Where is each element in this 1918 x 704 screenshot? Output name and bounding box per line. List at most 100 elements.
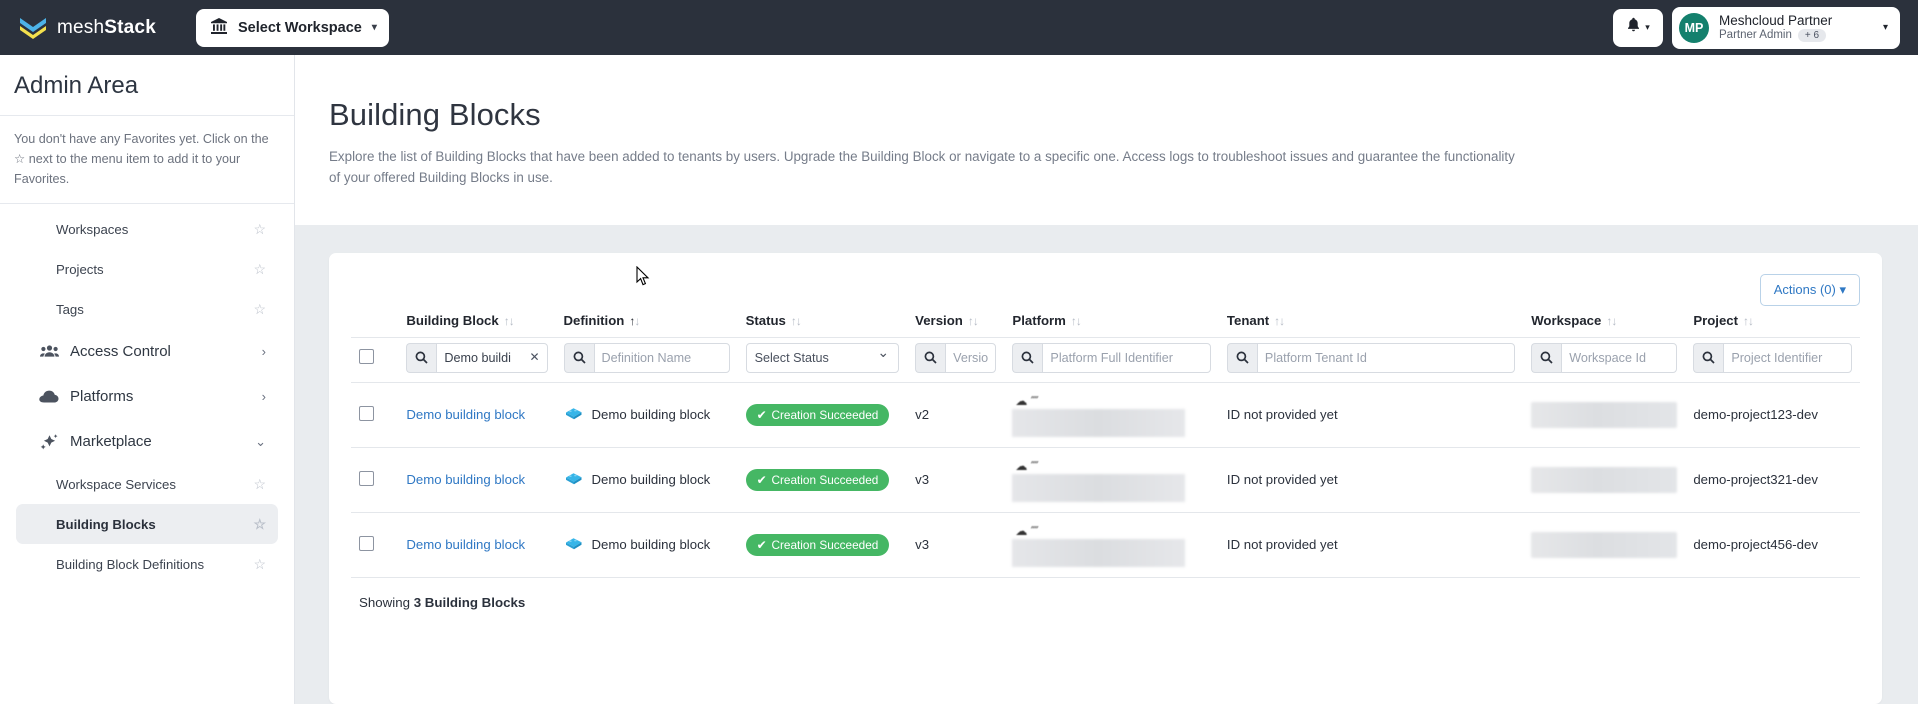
actions-button-label: Actions (0) (1773, 281, 1836, 297)
sidebar-item-building-blocks[interactable]: Building Blocks ☆ (16, 504, 278, 545)
cell-workspace (1523, 447, 1686, 513)
sidebar-item-label: Workspace Services (56, 476, 176, 492)
star-icon[interactable]: ☆ (253, 476, 266, 493)
select-all-cell (351, 337, 399, 383)
filter-platform[interactable] (1012, 342, 1211, 373)
sidebar-item-projects[interactable]: Projects ☆ (16, 249, 278, 289)
page-title: Building Blocks (329, 97, 541, 132)
table-row[interactable]: Demo building block Demo building block … (351, 447, 1860, 513)
sidebar-item-label: Building Blocks (56, 516, 156, 532)
col-project[interactable]: Project ↑↓ (1685, 310, 1860, 338)
definition-filter-input[interactable] (593, 342, 730, 373)
star-icon[interactable]: ☆ (253, 221, 266, 238)
top-bar-right: ▾ MP Meshcloud Partner Partner Admin + 6… (1613, 6, 1900, 49)
chevron-right-icon[interactable]: › (262, 344, 266, 359)
table-filter-row: ✕ (351, 337, 1860, 383)
col-status[interactable]: Status ↑↓ (737, 310, 908, 338)
user-menu[interactable]: MP Meshcloud Partner Partner Admin + 6 ▾ (1672, 6, 1900, 49)
workspace-selector-label: Select Workspace (238, 19, 362, 36)
col-label: Tenant (1226, 312, 1270, 328)
actions-button[interactable]: Actions (0) ▾ (1759, 273, 1860, 306)
col-platform[interactable]: Platform ↑↓ (1004, 310, 1219, 338)
sort-icon[interactable]: ↑↓ (1743, 314, 1754, 328)
status-label: Creation Succeeded (771, 407, 879, 422)
cloud-icon (38, 390, 60, 404)
col-version[interactable]: Version ↑↓ (907, 310, 1005, 338)
row-checkbox[interactable] (359, 535, 374, 551)
platform-redacted: ☁ ⁗ (1012, 394, 1211, 437)
sidebar-item-label: Access Control (70, 343, 171, 361)
chevron-down-icon[interactable]: ⌄ (255, 434, 266, 450)
showing-count-value: 3 Building Blocks (413, 594, 526, 610)
sidebar-item-workspaces[interactable]: Workspaces ☆ (16, 209, 278, 249)
building-block-link[interactable]: Demo building block (406, 407, 525, 422)
filter-tenant[interactable] (1226, 342, 1516, 373)
clear-icon[interactable]: ✕ (529, 350, 539, 364)
row-select-cell (351, 382, 399, 448)
sidebar-item-tags[interactable]: Tags ☆ (16, 289, 278, 329)
row-select-cell (351, 512, 399, 578)
table-row[interactable]: Demo building block Demo building block … (351, 382, 1860, 448)
bank-icon (210, 17, 228, 39)
filter-workspace[interactable] (1531, 342, 1678, 373)
workspace-selector[interactable]: Select Workspace ▾ (196, 8, 389, 47)
sort-icon[interactable]: ↑↓ (1274, 314, 1285, 328)
filter-version[interactable] (915, 342, 997, 373)
platform-filter-input[interactable] (1042, 342, 1211, 373)
sort-icon[interactable]: ↑↓ (968, 314, 979, 328)
chevron-right-icon[interactable]: › (262, 389, 266, 404)
select-all-header (351, 310, 399, 338)
cell-version: v3 (907, 447, 1005, 513)
sort-icon[interactable]: ↑↓ (791, 314, 802, 328)
notifications-button[interactable]: ▾ (1613, 8, 1663, 47)
sidebar-item-platforms[interactable]: Platforms › (16, 374, 278, 419)
filter-building-block[interactable]: ✕ (406, 342, 548, 373)
col-label: Platform (1012, 312, 1066, 328)
user-role-row: Partner Admin + 6 (1719, 28, 1832, 43)
filter-definition[interactable] (563, 342, 730, 373)
content-area: Actions (0) ▾ Building Block ↑↓ Definiti… (295, 224, 1918, 704)
tenant-filter-input[interactable] (1256, 342, 1516, 373)
sort-icon[interactable]: ↑↓ (504, 314, 515, 328)
table-row[interactable]: Demo building block Demo building block … (351, 512, 1860, 578)
sidebar-item-label: Building Block Definitions (56, 556, 205, 572)
building-block-link[interactable]: Demo building block (406, 472, 525, 487)
col-label: Building Block (406, 312, 499, 328)
col-definition[interactable]: Definition ↑↓ (555, 310, 738, 338)
sort-icon[interactable]: ↑↓ (1606, 314, 1617, 328)
cell-status: ✔ Creation Succeeded (737, 382, 908, 448)
sort-icon[interactable]: ↑↓ (629, 314, 640, 328)
project-filter-input[interactable] (1723, 342, 1852, 373)
bell-icon (1626, 17, 1641, 38)
star-icon[interactable]: ☆ (253, 516, 266, 533)
building-block-link[interactable]: Demo building block (406, 537, 525, 552)
select-all-checkbox[interactable] (359, 348, 374, 364)
star-icon[interactable]: ☆ (253, 261, 266, 278)
cell-tenant: ID not provided yet (1218, 382, 1524, 448)
avatar: MP (1679, 12, 1709, 43)
row-checkbox[interactable] (359, 470, 374, 486)
sort-icon[interactable]: ↑↓ (1071, 314, 1082, 328)
version-filter-input[interactable] (945, 342, 997, 373)
sidebar-item-building-block-definitions[interactable]: Building Block Definitions ☆ (16, 544, 278, 584)
col-building-block[interactable]: Building Block ↑↓ (398, 310, 556, 338)
filter-building-block-cell: ✕ (398, 337, 556, 383)
row-checkbox[interactable] (359, 405, 374, 421)
sidebar-item-marketplace[interactable]: Marketplace ⌄ (16, 419, 278, 464)
sidebar-item-workspace-services[interactable]: Workspace Services ☆ (16, 464, 278, 504)
filter-project[interactable] (1693, 342, 1852, 373)
status-badge: ✔ Creation Succeeded (745, 468, 890, 491)
platform-redacted: ☁ ⁗ (1012, 524, 1211, 567)
sidebar-item-access-control[interactable]: Access Control › (16, 329, 278, 374)
status-filter-select[interactable]: Select Status (745, 342, 900, 373)
status-badge: ✔ Creation Succeeded (745, 533, 890, 556)
sidebar-item-label: Tags (56, 301, 84, 317)
workspace-filter-input[interactable] (1561, 342, 1678, 373)
filter-status[interactable]: Select Status (745, 342, 900, 373)
definition-name: Demo building block (591, 472, 711, 488)
brand-logo-area[interactable]: meshStack (18, 15, 178, 41)
star-icon[interactable]: ☆ (253, 301, 266, 318)
col-tenant[interactable]: Tenant ↑↓ (1218, 310, 1524, 338)
col-workspace[interactable]: Workspace ↑↓ (1523, 310, 1686, 338)
star-icon[interactable]: ☆ (253, 556, 266, 573)
